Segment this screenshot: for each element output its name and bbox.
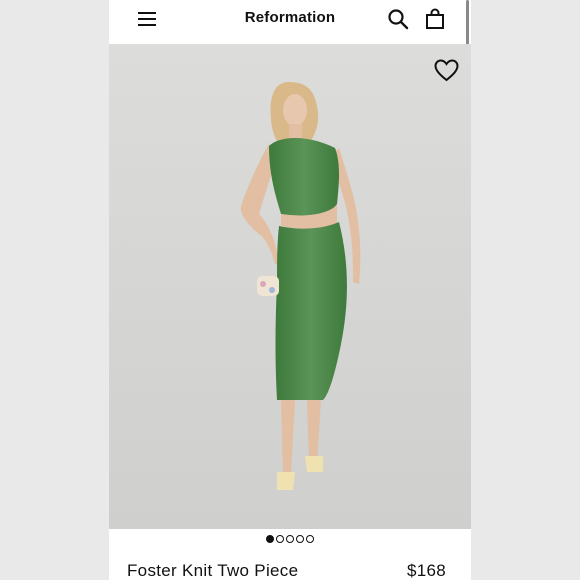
pagination-dot-1[interactable] (266, 535, 274, 543)
brand-logo[interactable]: Reformation (109, 9, 471, 26)
product-price: $168 (406, 561, 446, 580)
heart-icon[interactable] (434, 59, 459, 82)
pagination-dot-4[interactable] (296, 535, 304, 543)
model-photo (109, 44, 471, 529)
pagination-dot-5[interactable] (306, 535, 314, 543)
product-image[interactable] (109, 44, 471, 529)
pagination-dot-3[interactable] (286, 535, 294, 543)
product-page: Reformation Foster Knit Two Piece $168 (109, 0, 471, 580)
search-icon[interactable] (387, 8, 409, 30)
gallery-pagination (109, 535, 471, 545)
top-nav-bar: Reformation (109, 0, 471, 108)
pagination-dot-2[interactable] (276, 535, 284, 543)
shopping-bag-icon[interactable] (424, 8, 446, 30)
product-name: Foster Knit Two Piece (127, 561, 299, 580)
